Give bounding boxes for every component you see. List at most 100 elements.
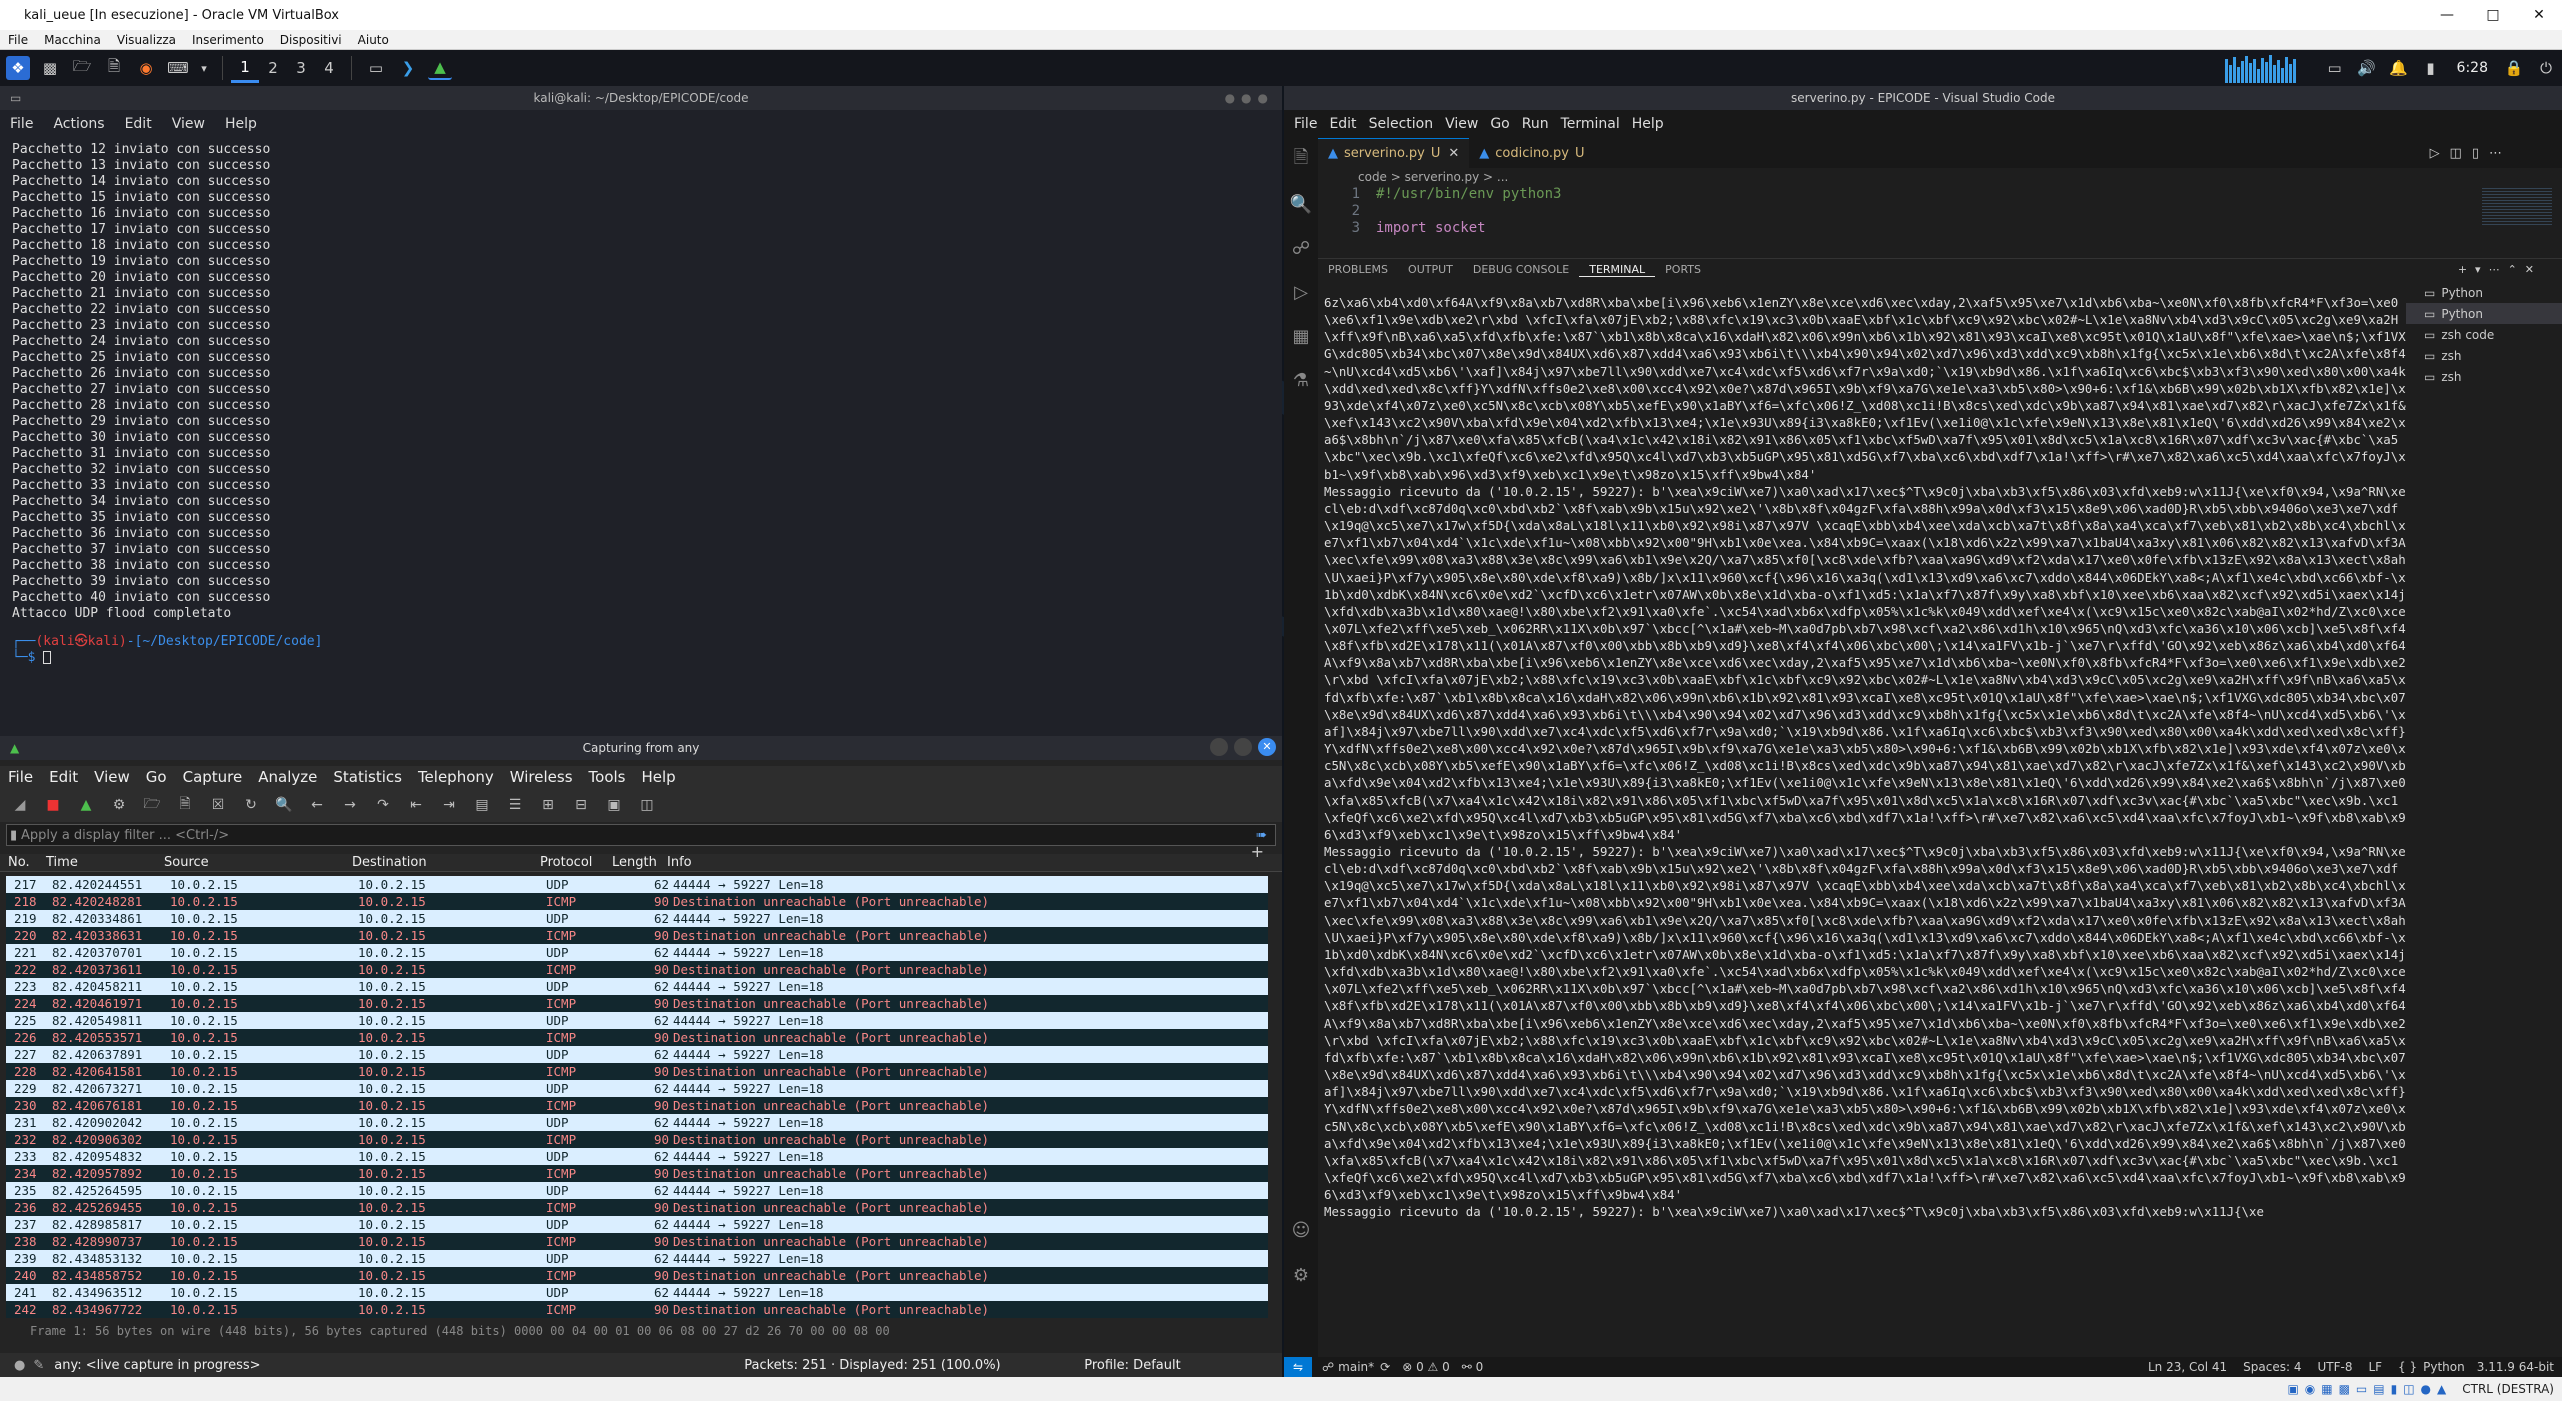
folder-icon[interactable]: 🗁	[70, 56, 94, 80]
terminal-menu-actions[interactable]: Actions	[43, 116, 114, 132]
vsc-menu-selection[interactable]: Selection	[1363, 116, 1440, 132]
terminal-menu-edit[interactable]: Edit	[115, 116, 162, 132]
table-row[interactable]: 226 82.420553571 10.0.2.15 10.0.2.15 ICMP 90 D…	[6, 1029, 1268, 1046]
minimize-icon[interactable]: —	[2424, 0, 2470, 30]
breadcrumb[interactable]: code > serverino.py > ...	[1318, 168, 2562, 186]
code-editor[interactable]: 1 #!/usr/bin/env python3 2 3 import socket	[1318, 186, 2562, 240]
status-sync[interactable]: ⟳	[1380, 1360, 1390, 1374]
restart-capture-icon[interactable]: ▲	[74, 793, 98, 817]
panel-actions-icon[interactable]: +▾⋯⌃✕	[2448, 263, 2552, 276]
volume-icon[interactable]: 🔊	[2355, 56, 2379, 80]
vsc-menu-run[interactable]: Run	[1516, 116, 1555, 132]
extensions-icon[interactable]: ▦	[1284, 314, 1318, 358]
tab-serverino[interactable]: ▲ serverino.py U ✕	[1318, 138, 1470, 168]
tab-problems[interactable]: PROBLEMS	[1318, 263, 1398, 276]
table-row[interactable]: 238 82.428990737 10.0.2.15 10.0.2.15 ICMP 90 D…	[6, 1233, 1268, 1250]
col-protocol[interactable]: Protocol	[540, 855, 612, 870]
col-destination[interactable]: Destination	[352, 855, 540, 870]
firefox-icon[interactable]: ◉	[134, 56, 158, 80]
table-row[interactable]: 219 82.420334861 10.0.2.15 10.0.2.15 UDP 62 44…	[6, 910, 1268, 927]
maximize-icon[interactable]	[1234, 738, 1252, 756]
minimize-icon[interactable]	[1210, 738, 1228, 756]
table-row[interactable]: 234 82.420957892 10.0.2.15 10.0.2.15 ICMP 90 D…	[6, 1165, 1268, 1182]
table-row[interactable]: 232 82.420906302 10.0.2.15 10.0.2.15 ICMP 90 D…	[6, 1131, 1268, 1148]
terminal-list-item[interactable]: ▭ zsh code	[2406, 324, 2562, 345]
remote-icon[interactable]: ⇋	[1284, 1357, 1312, 1377]
capture-options-icon[interactable]: ⚙	[107, 793, 131, 817]
desktop-icon[interactable]: ▩	[38, 56, 62, 80]
shark-fin-icon[interactable]: ◢	[8, 793, 32, 817]
testing-icon[interactable]: ⚗	[1284, 358, 1318, 402]
vsc-menu-file[interactable]: File	[1288, 116, 1323, 132]
packet-detail-line[interactable]: Frame 1: 56 bytes on wire (448 bits), 56…	[0, 1324, 1282, 1338]
table-row[interactable]: 224 82.420461971 10.0.2.15 10.0.2.15 ICMP 90 D…	[6, 995, 1268, 1012]
terminal-output[interactable]: Pacchetto 12 inviato con successo Pacchet…	[0, 138, 1282, 670]
close-tab-icon[interactable]: ✕	[1448, 146, 1459, 161]
table-row[interactable]: 235 82.425264595 10.0.2.15 10.0.2.15 UDP 62 44…	[6, 1182, 1268, 1199]
ws-menu-statistics[interactable]: Statistics	[325, 768, 410, 786]
vsc-menu-help[interactable]: Help	[1626, 116, 1670, 132]
account-icon[interactable]: ☺	[1284, 1208, 1318, 1252]
minimap[interactable]	[2482, 186, 2552, 226]
status-problems[interactable]: ⊗ 0 ⚠ 0	[1402, 1360, 1450, 1374]
status-eol[interactable]: LF	[2368, 1360, 2382, 1374]
display-icon[interactable]: ▭	[2323, 56, 2347, 80]
display-filter-input[interactable]: ▮ Apply a display filter ... <Ctrl-/> ➠	[6, 824, 1276, 846]
terminal-menu-view[interactable]: View	[162, 116, 215, 132]
ws-menu-help[interactable]: Help	[633, 768, 683, 786]
run-debug-icon[interactable]: ▷	[1284, 270, 1318, 314]
table-row[interactable]: 223 82.420458211 10.0.2.15 10.0.2.15 UDP 62 44…	[6, 978, 1268, 995]
table-row[interactable]: 220 82.420338631 10.0.2.15 10.0.2.15 ICMP 90 D…	[6, 927, 1268, 944]
shell-prompt-input[interactable]: └─$	[12, 650, 1270, 666]
terminal-list-item[interactable]: ▭ Python	[2406, 282, 2562, 303]
workspace-2[interactable]: 2	[259, 53, 287, 83]
vbox-menu-input[interactable]: Inserimento	[184, 33, 272, 47]
table-row[interactable]: 242 82.434967722 10.0.2.15 10.0.2.15 ICMP 90 D…	[6, 1301, 1268, 1318]
go-to-packet-icon[interactable]: ↷	[371, 793, 395, 817]
vsc-menu-edit[interactable]: Edit	[1323, 116, 1362, 132]
window-controls-icon[interactable]: ●●●	[1225, 86, 1274, 110]
apply-filter-icon[interactable]: ➠	[1256, 828, 1267, 843]
vbox-menu-help[interactable]: Aiuto	[350, 33, 397, 47]
save-file-icon[interactable]: 🗎	[173, 793, 197, 817]
editor-actions-icon[interactable]: ▷◫▯⋯	[2430, 146, 2512, 161]
table-row[interactable]: 227 82.420637891 10.0.2.15 10.0.2.15 UDP 62 44…	[6, 1046, 1268, 1063]
ws-menu-wireless[interactable]: Wireless	[502, 768, 581, 786]
status-encoding[interactable]: UTF-8	[2317, 1360, 2352, 1374]
packet-list[interactable]: 217 82.420244551 10.0.2.15 10.0.2.15 UDP 62 44…	[6, 876, 1268, 1320]
source-control-icon[interactable]: ☍	[1284, 226, 1318, 270]
vbox-menu-file[interactable]: File	[0, 33, 36, 47]
find-packet-icon[interactable]: 🔍	[272, 793, 296, 817]
terminal-menu-help[interactable]: Help	[215, 116, 267, 132]
table-row[interactable]: 241 82.434963512 10.0.2.15 10.0.2.15 UDP 62 44…	[6, 1284, 1268, 1301]
ws-menu-edit[interactable]: Edit	[41, 768, 86, 786]
explorer-icon[interactable]: 🗎	[1284, 138, 1318, 182]
table-row[interactable]: 237 82.428985817 10.0.2.15 10.0.2.15 UDP 62 44…	[6, 1216, 1268, 1233]
ws-menu-capture[interactable]: Capture	[175, 768, 251, 786]
tab-codicino[interactable]: ▲ codicino.py U	[1469, 138, 1594, 168]
status-ports[interactable]: ⚯ 0	[1462, 1360, 1484, 1374]
window-terminal-icon[interactable]: ▭	[364, 56, 388, 80]
table-row[interactable]: 229 82.420673271 10.0.2.15 10.0.2.15 UDP 62 44…	[6, 1080, 1268, 1097]
battery-icon[interactable]: ▮	[2419, 56, 2443, 80]
table-row[interactable]: 239 82.434853132 10.0.2.15 10.0.2.15 UDP 62 44…	[6, 1250, 1268, 1267]
close-file-icon[interactable]: ☒	[206, 793, 230, 817]
vsc-menu-view[interactable]: View	[1439, 116, 1484, 132]
col-source[interactable]: Source	[164, 855, 352, 870]
table-row[interactable]: 233 82.420954832 10.0.2.15 10.0.2.15 UDP 62 44…	[6, 1148, 1268, 1165]
terminal-menu-file[interactable]: File	[0, 116, 43, 132]
vbox-menu-machine[interactable]: Macchina	[36, 33, 109, 47]
col-info[interactable]: Info	[667, 855, 1282, 870]
table-row[interactable]: 218 82.420248281 10.0.2.15 10.0.2.15 ICMP 90 D…	[6, 893, 1268, 910]
zoom-in-icon[interactable]: ⊞	[536, 793, 560, 817]
status-language[interactable]: Python	[2423, 1360, 2465, 1374]
kali-menu-icon[interactable]: ❖	[6, 56, 30, 80]
settings-gear-icon[interactable]: ⚙	[1284, 1253, 1318, 1297]
bookmark-icon[interactable]: ▮	[10, 828, 17, 843]
vbox-menu-devices[interactable]: Dispositivi	[272, 33, 350, 47]
vsc-menu-terminal[interactable]: Terminal	[1555, 116, 1626, 132]
resize-columns-icon[interactable]: ◫	[635, 793, 659, 817]
tab-output[interactable]: OUTPUT	[1398, 263, 1463, 276]
status-branch[interactable]: main*	[1338, 1360, 1374, 1374]
maximize-icon[interactable]: □	[2470, 0, 2516, 30]
